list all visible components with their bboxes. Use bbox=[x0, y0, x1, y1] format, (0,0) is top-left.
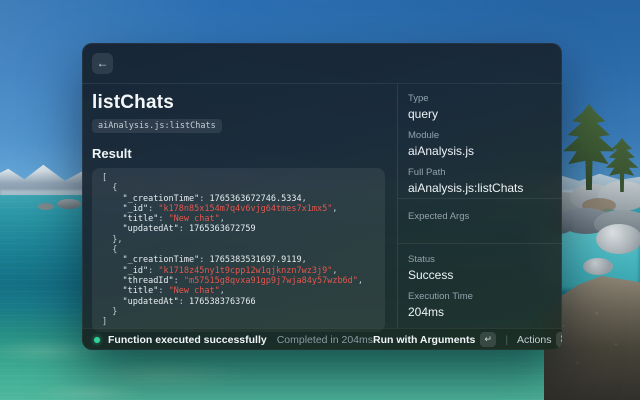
sidebar-meta-section: Type query Module aiAnalysis.js Full Pat… bbox=[398, 84, 562, 198]
status-value: Success bbox=[408, 268, 550, 282]
panel-body: listChats aiAnalysis.js:listChats Result… bbox=[82, 84, 562, 328]
status-field: Status Success bbox=[408, 254, 550, 282]
run-with-arguments-button[interactable]: Run with Arguments ↵ bbox=[373, 332, 496, 347]
actions-button[interactable]: Actions ⌘ K bbox=[517, 332, 562, 347]
return-key-icon: ↵ bbox=[480, 332, 496, 347]
result-pane: listChats aiAnalysis.js:listChats Result… bbox=[82, 84, 397, 328]
success-dot-icon bbox=[94, 337, 100, 343]
function-title: listChats bbox=[92, 92, 385, 114]
type-field: Type query bbox=[408, 93, 550, 121]
function-path-badge: aiAnalysis.js:listChats bbox=[92, 119, 222, 133]
wallpaper-rock-islet bbox=[57, 199, 81, 209]
desktop: ← listChats aiAnalysis.js:listChats Resu… bbox=[0, 0, 640, 400]
full-path-value: aiAnalysis.js:listChats bbox=[408, 181, 550, 195]
footer-divider: | bbox=[505, 334, 508, 346]
panel-header: ← bbox=[82, 43, 562, 84]
module-field: Module aiAnalysis.js bbox=[408, 130, 550, 158]
execution-time-label: Execution Time bbox=[408, 291, 550, 302]
function-runner-window: ← listChats aiAnalysis.js:listChats Resu… bbox=[82, 43, 562, 350]
module-label: Module bbox=[408, 130, 550, 141]
footer-status-text: Function executed successfully bbox=[108, 334, 267, 346]
result-heading: Result bbox=[92, 146, 385, 161]
type-value: query bbox=[408, 107, 550, 121]
actions-label: Actions bbox=[517, 334, 551, 346]
wallpaper-rock-islet bbox=[38, 203, 54, 210]
result-json-code[interactable]: [ { "_creationTime": 1765363672746.5334,… bbox=[92, 168, 385, 332]
function-details-sidebar: Type query Module aiAnalysis.js Full Pat… bbox=[397, 84, 562, 328]
expected-args-section: Expected Args bbox=[398, 198, 562, 243]
execution-time-field: Execution Time 204ms bbox=[408, 291, 550, 319]
wallpaper-water-stone bbox=[583, 258, 613, 275]
status-section: Status Success Execution Time 204ms bbox=[398, 243, 562, 328]
wallpaper-water-boulder bbox=[596, 224, 640, 254]
footer-completed-text: Completed in 204ms bbox=[277, 334, 373, 346]
back-button[interactable]: ← bbox=[92, 53, 113, 74]
expected-args-label: Expected Args bbox=[408, 211, 550, 222]
full-path-label: Full Path bbox=[408, 167, 550, 178]
full-path-field: Full Path aiAnalysis.js:listChats bbox=[408, 167, 550, 195]
run-with-arguments-label: Run with Arguments bbox=[373, 334, 475, 346]
panel-footer: Function executed successfully Completed… bbox=[82, 328, 562, 350]
status-label: Status bbox=[408, 254, 550, 265]
module-value: aiAnalysis.js bbox=[408, 144, 550, 158]
type-label: Type bbox=[408, 93, 550, 104]
execution-time-value: 204ms bbox=[408, 305, 550, 319]
